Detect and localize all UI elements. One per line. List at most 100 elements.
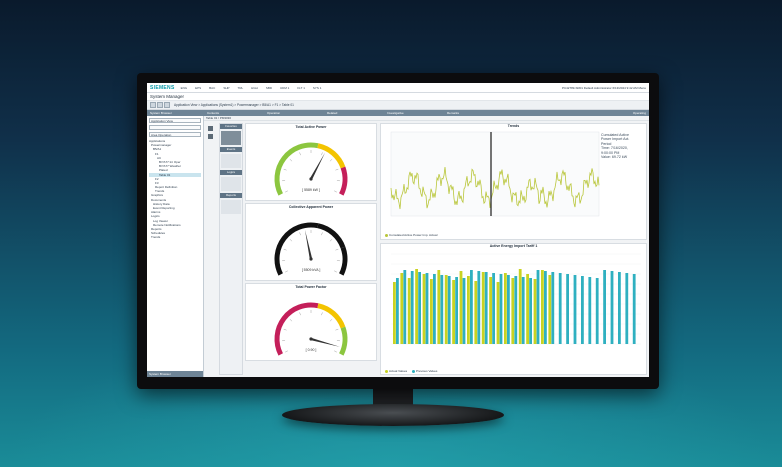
gauge-panel: Total Power Factor [ 0.90 ]	[245, 283, 377, 361]
bar-previous	[603, 270, 606, 344]
bar-actual	[400, 273, 404, 344]
breadcrumb-bar: Application View > Applications (System1…	[147, 101, 649, 110]
gauge-arc	[339, 326, 348, 356]
palette-item[interactable]	[221, 131, 241, 145]
top-item[interactable]: EPS	[195, 86, 201, 90]
bar-previous	[618, 272, 621, 344]
gauge-tick	[329, 159, 333, 162]
grid-icon[interactable]	[208, 134, 213, 139]
bar-actual	[459, 271, 463, 344]
bar-actual	[489, 277, 492, 344]
column-head[interactable]: Contents	[204, 111, 264, 115]
bar-actual	[541, 270, 544, 344]
trend-panel: Trends Cumulated Active Power Import Act…	[380, 123, 647, 240]
top-bar: SIEMENS ENG EPS BAC SHP TRL HGH SBD UDM …	[147, 83, 649, 93]
top-item[interactable]: SYS 1	[313, 86, 322, 90]
back-button[interactable]	[150, 102, 156, 108]
gauge-panel: Total Active Power [ 5589 kW ]	[245, 123, 377, 201]
legend-swatch	[385, 369, 388, 373]
column-head[interactable]: Operating	[630, 111, 649, 115]
bar-svg	[391, 253, 641, 345]
tree-item[interactable]: Trends	[149, 235, 201, 239]
bar-previous	[484, 272, 488, 344]
column-head[interactable]: Operation	[264, 111, 324, 115]
trend-svg	[390, 131, 600, 217]
gauge-tick	[334, 270, 337, 273]
bar-previous	[544, 271, 547, 344]
top-item[interactable]: SBD	[266, 86, 272, 90]
bar-previous	[529, 278, 532, 344]
home-button[interactable]	[164, 102, 170, 108]
tree-view: Applications Powermanager B5/A1 F1 AC B7/A77 …	[149, 139, 201, 240]
filter-select[interactable]: Area Operation	[149, 132, 201, 137]
trend-info: Cumulated Active Power Import Act. Perio…	[601, 133, 643, 159]
column-head[interactable]: Related	[324, 111, 384, 115]
gauge-arc	[339, 246, 348, 276]
palette-section: Reports	[220, 193, 242, 198]
bar-previous	[632, 274, 636, 344]
top-item[interactable]: ENG	[181, 86, 188, 90]
bar-previous	[536, 270, 540, 344]
bar-previous	[588, 277, 592, 344]
palette-section: Events	[220, 147, 242, 152]
bar-previous	[410, 271, 414, 344]
top-item[interactable]: HGH	[251, 86, 258, 90]
gauge-tick	[335, 168, 339, 171]
gauge-tick	[285, 270, 288, 273]
gauge-arc	[317, 143, 346, 169]
gauge-tick	[335, 328, 339, 331]
gauge-tick	[329, 319, 333, 322]
bar-previous	[447, 276, 451, 344]
chart-column: Trends Cumulated Active Power Import Act…	[380, 123, 647, 375]
palette-item[interactable]	[221, 177, 241, 191]
gauge-value: [ 5509 kVA ]	[302, 268, 321, 272]
top-item[interactable]: FLT 1	[297, 86, 305, 90]
gauge-tick	[335, 248, 339, 251]
column-head[interactable]: Remarks	[444, 111, 504, 115]
gauge-hub	[309, 177, 313, 181]
system-browser: Application View Area Operation Applicat…	[147, 116, 204, 377]
gauge-needle	[304, 229, 313, 260]
bar-previous	[566, 274, 569, 344]
top-item[interactable]: TRL	[237, 86, 243, 90]
bar-previous	[396, 278, 399, 344]
breadcrumb[interactable]: Application View > Applications (System1…	[174, 103, 294, 107]
gauge-tick	[299, 152, 301, 156]
search-input[interactable]	[149, 125, 201, 130]
bar-previous	[403, 270, 407, 344]
gauge-tick	[285, 190, 288, 193]
forward-button[interactable]	[157, 102, 163, 108]
gauge-hub	[309, 337, 313, 341]
bar-previous	[514, 276, 518, 344]
gauge-tick	[285, 350, 288, 353]
bar-legend[interactable]: Actual Values Previous Values	[385, 369, 437, 373]
main-header: Table 01 / PM3030	[204, 116, 649, 121]
top-item[interactable]: UDM 1	[280, 86, 289, 90]
column-head[interactable]: Investigative	[384, 111, 444, 115]
gauge-tick	[299, 312, 301, 316]
palette-section: Logics	[220, 170, 242, 175]
gauge-needle	[309, 152, 326, 180]
gauge-svg: [ 5589 kW ]	[274, 142, 348, 196]
bar-previous	[425, 273, 429, 344]
gauge-tick	[289, 239, 293, 242]
bar-actual	[496, 282, 500, 344]
bar-actual	[393, 282, 396, 344]
view-select[interactable]: Application View	[149, 118, 201, 123]
left-footer: System Browser	[147, 371, 203, 377]
bar-previous	[492, 273, 495, 344]
gauge-tick	[321, 232, 323, 236]
trend-legend[interactable]: Cumulated Active Power Imp. Actual	[385, 233, 437, 237]
legend-swatch	[385, 233, 388, 237]
top-item[interactable]: BAC	[209, 86, 215, 90]
gauge-tick	[289, 319, 293, 322]
bar-previous	[440, 275, 444, 344]
palette-item[interactable]	[221, 200, 241, 214]
top-item[interactable]: SHP	[223, 86, 229, 90]
bar-actual	[444, 275, 448, 344]
palette-item[interactable]	[221, 154, 241, 168]
trend-plot-area	[390, 131, 600, 217]
user-info[interactable]: PC42789-SR01 Default Administrator 6/13/…	[562, 86, 646, 90]
list-icon[interactable]	[208, 126, 213, 131]
bar-previous	[595, 278, 599, 344]
